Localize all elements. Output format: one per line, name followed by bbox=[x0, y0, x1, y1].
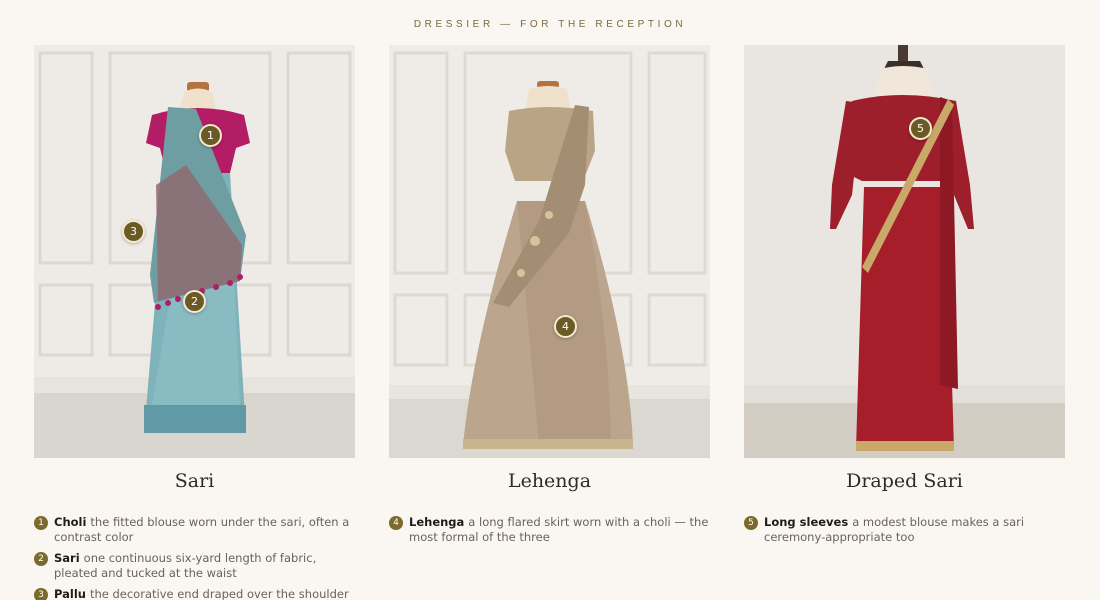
note-number: 5 bbox=[744, 516, 758, 530]
draped-sari-photo: 5 bbox=[744, 45, 1065, 458]
outfit-notes: 4 Lehenga a long flared skirt worn with a… bbox=[389, 515, 710, 544]
sari-illustration bbox=[34, 45, 355, 458]
lehenga-photo: 4 bbox=[389, 45, 710, 458]
callout-pin[interactable]: 2 bbox=[183, 290, 206, 313]
note-description: one continuous six-yard length of fabric… bbox=[54, 551, 317, 580]
note-term: Pallu bbox=[54, 587, 86, 600]
outfit-title: Lehenga bbox=[507, 470, 592, 492]
note-number: 1 bbox=[34, 516, 48, 530]
outfit-card-draped-sari: 5 Draped Sari 5 Long sleeves a modest blo… bbox=[744, 45, 1065, 551]
note-term: Sari bbox=[54, 551, 80, 565]
note-number: 3 bbox=[34, 588, 48, 600]
lehenga-illustration bbox=[389, 45, 710, 458]
callout-pin[interactable]: 1 bbox=[199, 124, 222, 147]
note-item: 4 Lehenga a long flared skirt worn with a… bbox=[389, 515, 710, 544]
outfit-notes: 5 Long sleeves a modest blouse makes a sa… bbox=[744, 515, 1065, 544]
note-description: the decorative end draped over the shoul… bbox=[89, 587, 349, 600]
outfit-card-sari: 1 2 3 Sari 1 Choli the fitted blouse worn… bbox=[34, 45, 355, 600]
note-term: Long sleeves bbox=[764, 515, 849, 529]
note-item: 5 Long sleeves a modest blouse makes a sa… bbox=[744, 515, 1065, 544]
note-item: 1 Choli the fitted blouse worn under the … bbox=[34, 515, 355, 544]
note-term: Choli bbox=[54, 515, 87, 529]
outfit-notes: 1 Choli the fitted blouse worn under the … bbox=[34, 515, 355, 600]
callout-pin[interactable]: 5 bbox=[909, 117, 932, 140]
note-term: Lehenga bbox=[409, 515, 465, 529]
note-description: the fitted blouse worn under the sari, o… bbox=[54, 515, 350, 544]
draped-sari-illustration bbox=[744, 45, 1065, 458]
section-eyebrow: DRESSIER — FOR THE RECEPTION bbox=[413, 19, 687, 30]
callout-pin[interactable]: 3 bbox=[122, 220, 145, 243]
note-number: 4 bbox=[389, 516, 403, 530]
note-item: 3 Pallu the decorative end draped over th… bbox=[34, 587, 355, 600]
note-number: 2 bbox=[34, 552, 48, 566]
outfit-title: Sari bbox=[174, 470, 215, 492]
outfit-card-lehenga: 4 Lehenga 4 Lehenga a long flared skirt w… bbox=[389, 45, 710, 551]
note-item: 2 Sari one continuous six-yard length of … bbox=[34, 551, 355, 580]
outfit-title: Draped Sari bbox=[846, 470, 963, 492]
callout-pin[interactable]: 4 bbox=[554, 315, 577, 338]
sari-photo: 1 2 3 bbox=[34, 45, 355, 458]
